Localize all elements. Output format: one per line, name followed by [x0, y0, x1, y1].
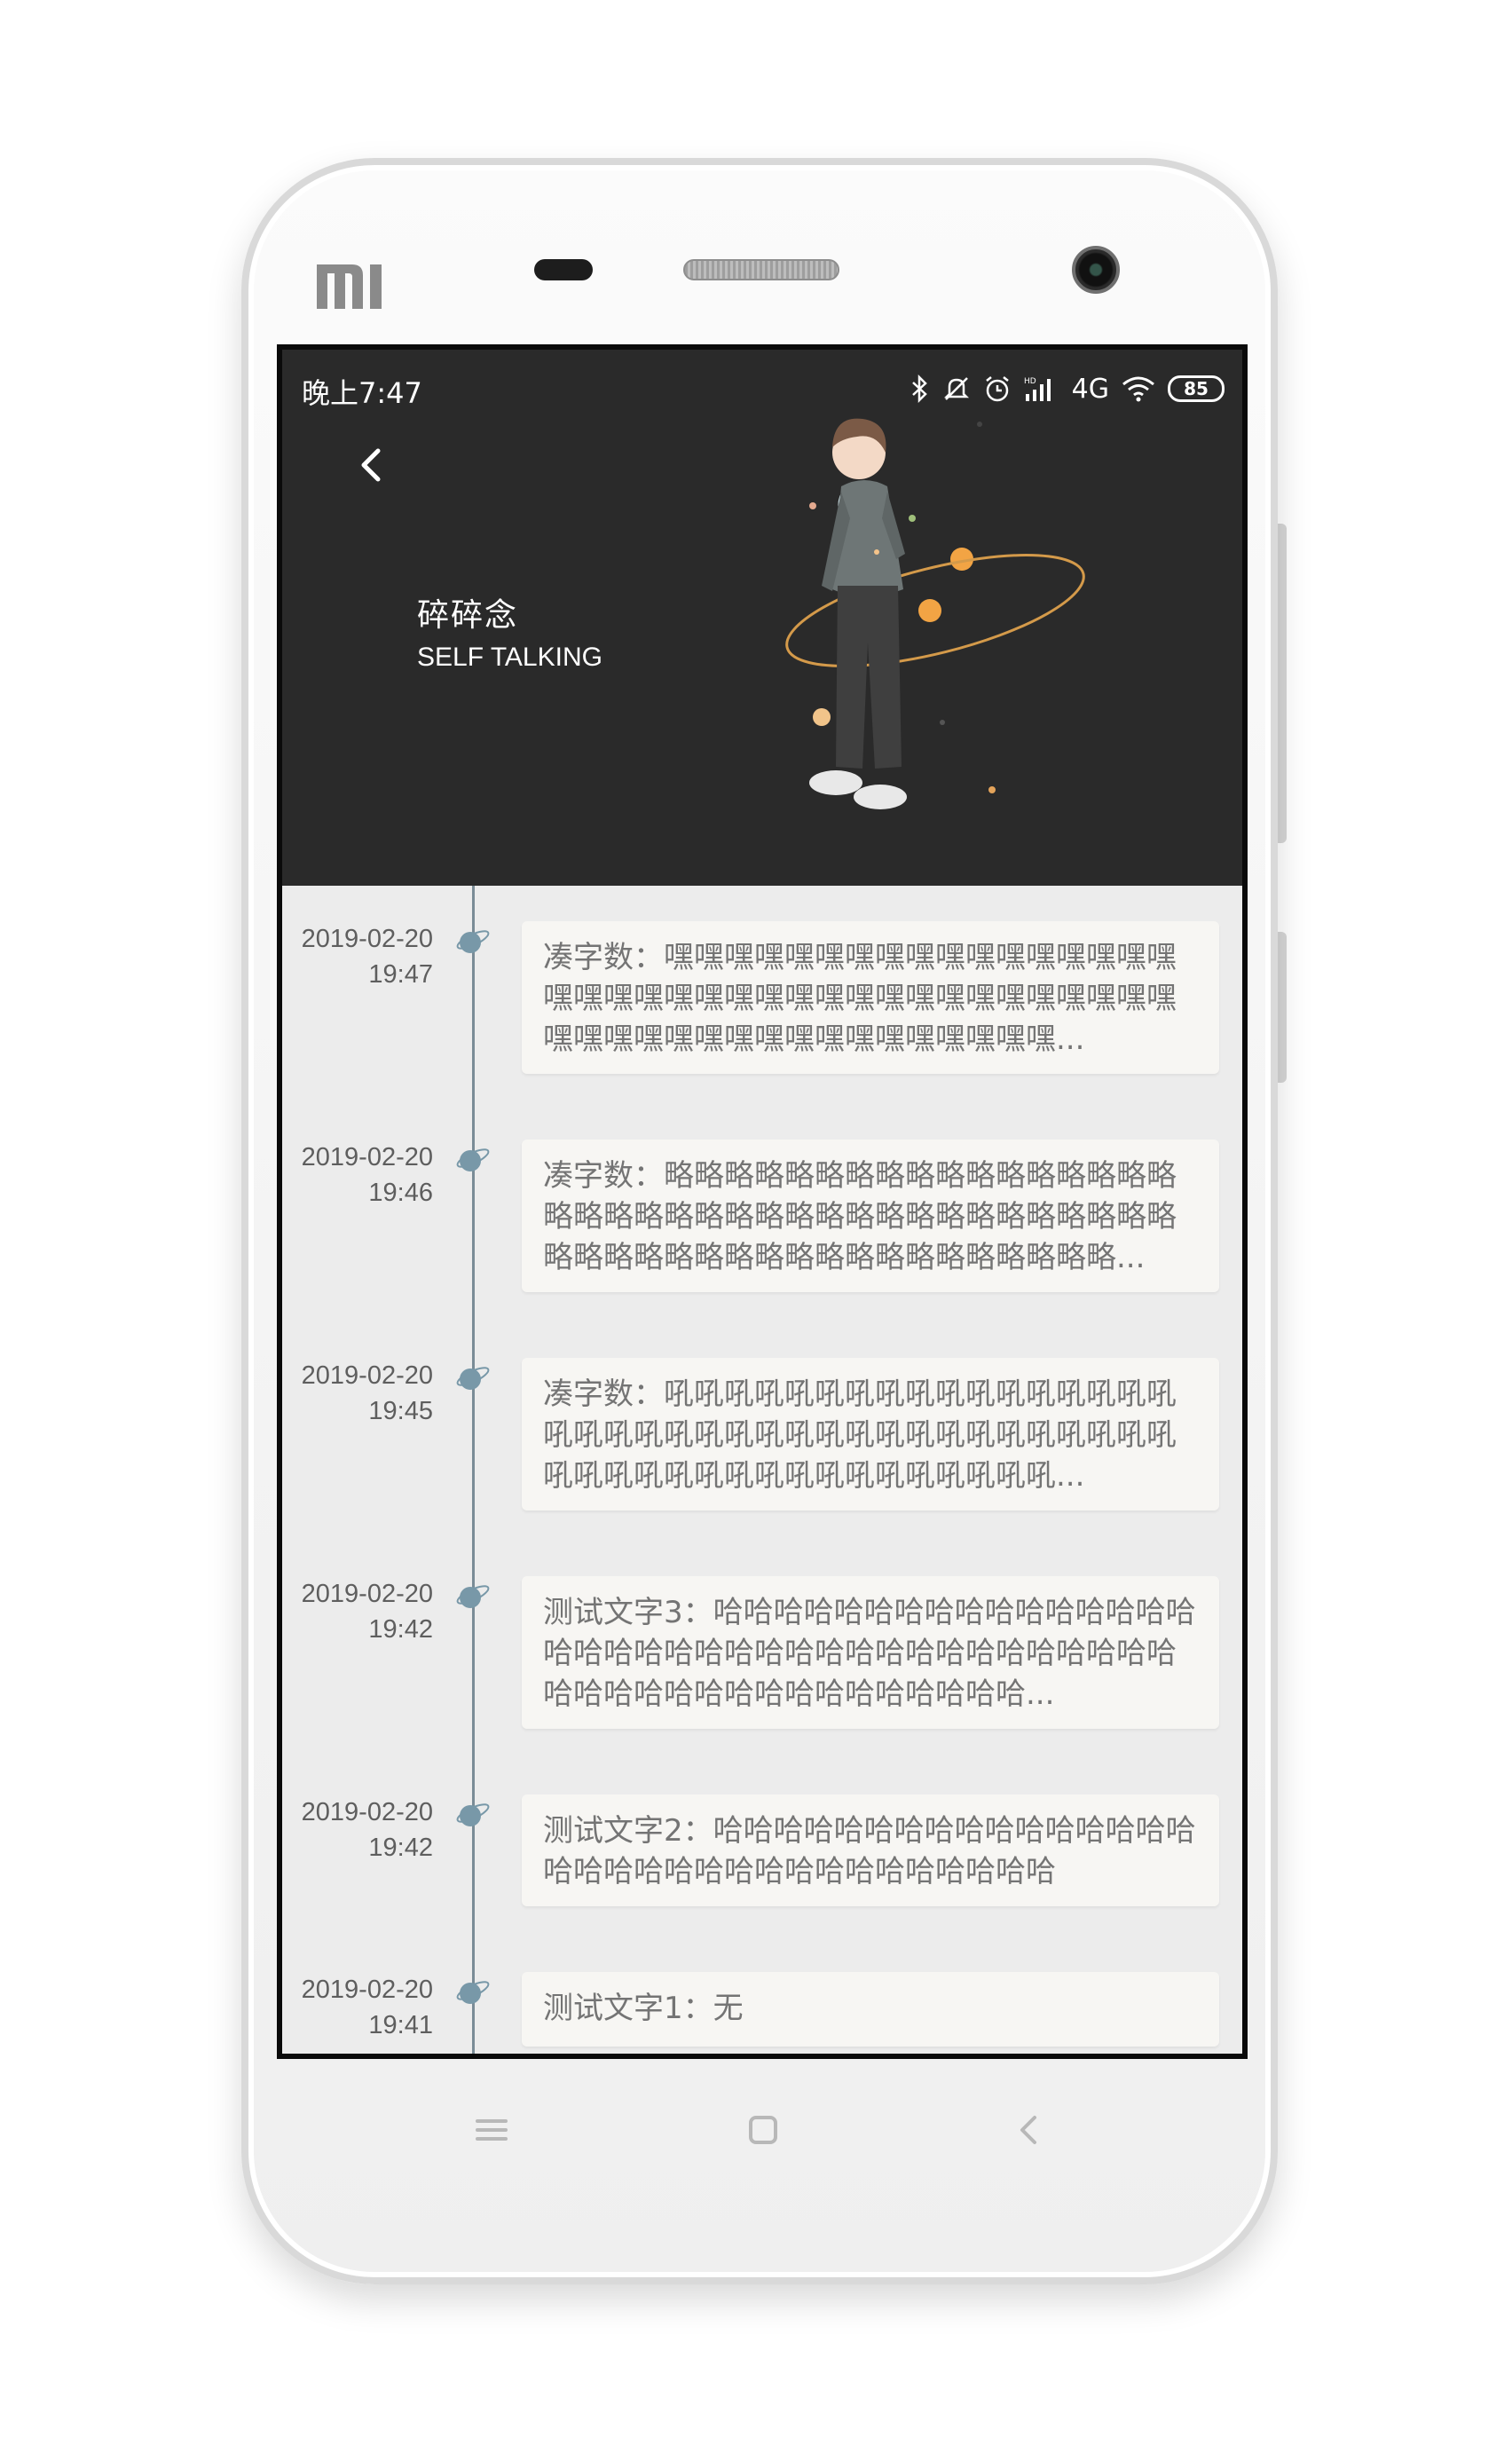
- timeline-node-icon: [456, 930, 490, 953]
- timeline-node-icon: [456, 1585, 490, 1608]
- entry-card[interactable]: 测试文字3：哈哈哈哈哈哈哈哈哈哈哈哈哈哈哈哈哈哈哈哈哈哈哈哈哈哈哈哈哈哈哈哈哈哈…: [522, 1576, 1219, 1729]
- entry-time: 19:45: [368, 1397, 433, 1425]
- status-time: 晚上7:47: [302, 376, 422, 410]
- timeline-node-icon: [456, 1148, 490, 1171]
- page-title: 碎碎念: [417, 597, 519, 634]
- entry-time: 19:42: [368, 1834, 433, 1862]
- entry-time: 19:41: [368, 2011, 433, 2039]
- entry-text: 凑字数：嘿嘿嘿嘿嘿嘿嘿嘿嘿嘿嘿嘿嘿嘿嘿嘿嘿嘿嘿嘿嘿嘿嘿嘿嘿嘿嘿嘿嘿嘿嘿嘿嘿嘿嘿嘿…: [543, 940, 1177, 1057]
- entry-text: 测试文字3：哈哈哈哈哈哈哈哈哈哈哈哈哈哈哈哈哈哈哈哈哈哈哈哈哈哈哈哈哈哈哈哈哈哈…: [543, 1595, 1196, 1712]
- menu-icon[interactable]: [465, 2103, 518, 2157]
- back-icon[interactable]: [1003, 2103, 1056, 2157]
- entry-text: 凑字数：略略略略略略略略略略略略略略略略略略略略略略略略略略略略略略略略略略略略…: [543, 1158, 1177, 1275]
- entry-date: 2019-02-20: [301, 1361, 433, 1390]
- timeline-node-icon: [456, 1981, 490, 2004]
- home-icon[interactable]: [736, 2103, 790, 2157]
- entry-card[interactable]: 凑字数：吼吼吼吼吼吼吼吼吼吼吼吼吼吼吼吼吼吼吼吼吼吼吼吼吼吼吼吼吼吼吼吼吼吼吼吼…: [522, 1358, 1219, 1510]
- page-subtitle: SELF TALKING: [417, 643, 602, 672]
- timeline-list[interactable]: 2019-02-20 19:47 凑字数：嘿嘿嘿嘿嘿嘿嘿嘿嘿嘿嘿嘿嘿嘿嘿嘿嘿嘿嘿…: [282, 886, 1242, 2054]
- entry-time: 19:42: [368, 1615, 433, 1644]
- entry-time: 19:46: [368, 1179, 433, 1207]
- entry-text: 测试文字2：哈哈哈哈哈哈哈哈哈哈哈哈哈哈哈哈哈哈哈哈哈哈哈哈哈哈哈哈哈哈哈哈哈: [543, 1813, 1196, 1889]
- entry-card[interactable]: 测试文字1：无: [522, 1972, 1219, 2047]
- navigation-bar: [277, 2068, 1248, 2192]
- alarm-icon: [985, 376, 1009, 402]
- svg-text:HD: HD: [1024, 377, 1036, 386]
- bluetooth-icon: [911, 375, 927, 403]
- earpiece-speaker: [683, 259, 839, 280]
- wifi-icon: [1122, 376, 1154, 402]
- power-button: [1278, 932, 1287, 1083]
- chevron-left-icon[interactable]: [344, 438, 398, 492]
- mute-icon: [943, 377, 969, 400]
- entry-date: 2019-02-20: [301, 1976, 433, 2004]
- battery-indicator: 85: [1168, 375, 1225, 402]
- timeline-node-icon: [456, 1367, 490, 1390]
- timeline-node-icon: [456, 1803, 490, 1826]
- volume-button: [1278, 524, 1287, 843]
- entry-card[interactable]: 凑字数：嘿嘿嘿嘿嘿嘿嘿嘿嘿嘿嘿嘿嘿嘿嘿嘿嘿嘿嘿嘿嘿嘿嘿嘿嘿嘿嘿嘿嘿嘿嘿嘿嘿嘿嘿嘿…: [522, 921, 1219, 1074]
- boy-with-planets-illustration: [785, 418, 1085, 809]
- signal-icon: HD: [1024, 377, 1051, 401]
- entry-date: 2019-02-20: [301, 1580, 433, 1608]
- entry-card[interactable]: 测试文字2：哈哈哈哈哈哈哈哈哈哈哈哈哈哈哈哈哈哈哈哈哈哈哈哈哈哈哈哈哈哈哈哈哈: [522, 1794, 1219, 1906]
- entry-date: 2019-02-20: [301, 925, 433, 953]
- entry-card[interactable]: 凑字数：略略略略略略略略略略略略略略略略略略略略略略略略略略略略略略略略略略略略…: [522, 1140, 1219, 1292]
- network-type: 4G: [1071, 373, 1109, 405]
- entry-date: 2019-02-20: [301, 1143, 433, 1171]
- front-camera: [1072, 246, 1120, 294]
- proximity-sensor: [534, 259, 593, 280]
- device-frame: 晚上7:47 HD 4G 85 碎碎念 SELF TALKING 2019-02…: [0, 0, 1512, 2453]
- entry-date: 2019-02-20: [301, 1798, 433, 1826]
- status-icons: HD 4G 85: [910, 371, 1225, 406]
- header-banner: 晚上7:47 HD 4G 85 碎碎念 SELF TALKING: [282, 350, 1242, 886]
- timeline-line: [472, 886, 475, 2054]
- status-bar: 晚上7:47 HD 4G 85: [302, 371, 1225, 410]
- entry-time: 19:47: [368, 960, 433, 989]
- mi-logo: [317, 264, 382, 309]
- entry-text: 凑字数：吼吼吼吼吼吼吼吼吼吼吼吼吼吼吼吼吼吼吼吼吼吼吼吼吼吼吼吼吼吼吼吼吼吼吼吼…: [543, 1376, 1177, 1494]
- entry-text: 测试文字1：无: [543, 1991, 744, 2026]
- screen: 晚上7:47 HD 4G 85 碎碎念 SELF TALKING 2019-02…: [277, 344, 1248, 2059]
